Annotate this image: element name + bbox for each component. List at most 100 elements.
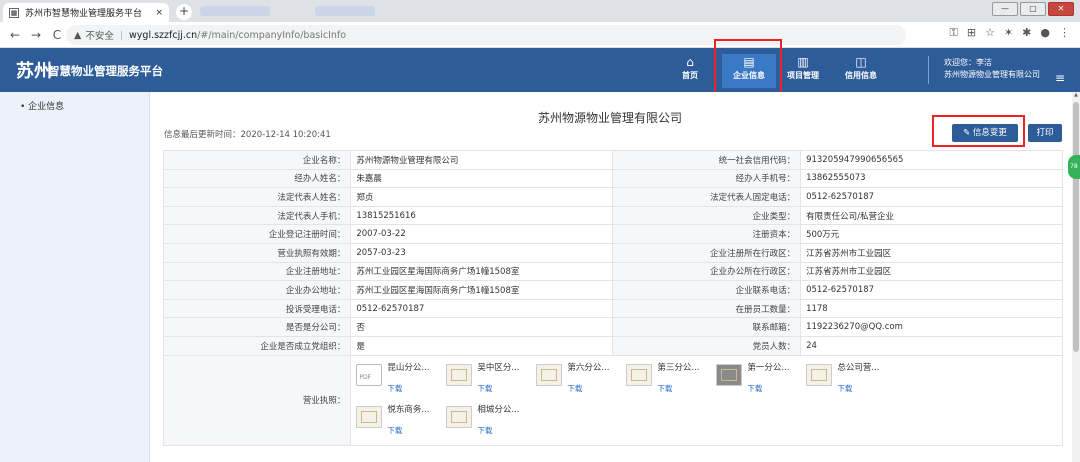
annotation-highlight-nav: [714, 39, 782, 94]
license-file-name: 相城分公...: [477, 404, 520, 415]
certificate-thumbnail-icon[interactable]: [356, 405, 383, 428]
field-value: 苏州工业园区星海国际商务广场1幢1508室: [350, 280, 614, 300]
license-file: 第一分公... 下载: [716, 361, 806, 401]
info-row: 法定代表人手机： 13815251616 企业类型： 有限责任公司/私营企业: [162, 205, 1063, 226]
certificate-thumbnail-icon[interactable]: [806, 363, 833, 386]
floating-badge[interactable]: 78: [1068, 155, 1080, 179]
field-value: 是: [350, 335, 614, 356]
field-label: 营业执照有效期：: [162, 242, 352, 263]
browser-tab-active[interactable]: ▦ 苏州市智慧物业管理服务平台 ×: [3, 3, 169, 22]
field-value: 1178: [800, 298, 1063, 319]
certificate-thumbnail-icon[interactable]: [446, 363, 473, 386]
field-label: 法定代表人姓名：: [162, 187, 352, 207]
back-icon[interactable]: ←: [9, 28, 21, 42]
star-icon[interactable]: ☆: [985, 26, 995, 40]
certificate-thumbnail-icon[interactable]: [716, 363, 743, 386]
app-title: 智慧物业管理服务平台: [48, 64, 163, 78]
profile-icon[interactable]: ●: [1040, 26, 1050, 40]
field-value: 0512-62570187: [800, 280, 1063, 300]
scrollbar-thumb[interactable]: [1073, 102, 1079, 352]
field-value: 13815251616: [350, 205, 614, 226]
field-value: 郑贞: [350, 187, 614, 207]
info-row: 是否是分公司：否联系邮箱： 1192236270@QQ.com: [162, 317, 1063, 337]
nav-label: 首页: [682, 71, 698, 80]
license-file: PDF 昆山分公... 下载: [356, 361, 446, 401]
translate-icon[interactable]: ⊞: [967, 26, 976, 40]
info-row: 企业办公地址： 苏州工业园区星海国际商务广场1幢1508室 企业联系电话： 0512-…: [162, 280, 1063, 300]
url-host: wygl.szzfcjj.cn: [129, 29, 198, 41]
minimize-icon[interactable]: —: [992, 2, 1018, 16]
field-label: 法定代表人固定电话：: [612, 187, 802, 207]
field-label: 统一社会信用代码：: [612, 150, 802, 170]
license-file-name: 悦东商务...: [387, 404, 430, 415]
field-label: 联系邮箱：: [612, 317, 802, 337]
app-logo: 苏州: [16, 61, 52, 82]
field-value: 江苏省苏州市工业园区: [800, 242, 1063, 263]
field-label: 企业注册所在行政区：: [612, 242, 802, 263]
certificate-thumbnail-icon[interactable]: [536, 363, 563, 386]
download-link[interactable]: 下载: [477, 383, 535, 394]
blurred-tab[interactable]: [315, 6, 375, 16]
blurred-tab[interactable]: [200, 6, 270, 16]
download-link[interactable]: 下载: [387, 425, 445, 436]
nav-project-management[interactable]: ▥ 项目管理: [782, 54, 824, 88]
license-file: 吴中区分... 下载: [446, 361, 536, 401]
field-value: 24: [800, 335, 1063, 356]
url-path: /#/main/companyInfo/basicInfo: [197, 29, 347, 41]
chart-icon: ◫: [855, 55, 867, 69]
license-label: 营业执照：: [162, 354, 352, 446]
field-value: 1192236270@QQ.com: [800, 317, 1063, 337]
key-icon[interactable]: ⚿: [949, 26, 957, 40]
nav-credit-info[interactable]: ◫ 信用信息: [840, 54, 882, 88]
insecure-label: 不安全: [85, 31, 114, 42]
field-label: 是否是分公司：: [162, 317, 352, 337]
download-link[interactable]: 下载: [837, 383, 895, 394]
building-icon: ▥: [797, 55, 809, 69]
license-file: 总公司营... 下载: [806, 361, 896, 401]
field-label: 企业注册地址：: [162, 261, 352, 282]
field-value: 苏州工业园区星海国际商务广场1幢1508室: [350, 261, 614, 282]
license-cell: PDF 昆山分公... 下载 吴中区分... 下载 第六分公... 下载 第三分公... 下载第…: [350, 354, 1063, 446]
license-file-name: 第三分公...: [657, 362, 700, 373]
window-close-icon[interactable]: ✕: [1048, 2, 1074, 16]
welcome-block[interactable]: 欢迎您：李洁 苏州物源物业管理有限公司: [944, 57, 1040, 81]
license-file: 悦东商务... 下载: [356, 403, 446, 443]
license-file-name: 吴中区分...: [477, 362, 520, 373]
field-value: 13862555073: [800, 168, 1063, 189]
field-label: 投诉受理电话：: [162, 298, 352, 319]
download-link[interactable]: 下载: [747, 383, 805, 394]
certificate-thumbnail-icon[interactable]: [626, 363, 653, 386]
download-link[interactable]: 下载: [567, 383, 625, 394]
sidebar: • 企业信息: [0, 92, 150, 462]
pdf-file-icon[interactable]: PDF: [356, 363, 383, 386]
scrollbar[interactable]: ▲: [1072, 92, 1080, 462]
more-icon[interactable]: ⋮: [1059, 26, 1070, 40]
forward-icon[interactable]: →: [30, 28, 42, 42]
field-value: 2057-03-23: [350, 242, 614, 263]
app-header: 苏州 智慧物业管理服务平台 ⌂ 首页 ▤ 企业信息 ▥ 项目管理 ◫ 信用信息 …: [0, 48, 1080, 92]
field-label: 企业联系电话：: [612, 280, 802, 300]
browser-toolbar: ← → C ▲ 不安全 | wygl.szzfcjj.cn /#/main/co…: [0, 22, 1080, 48]
reload-icon[interactable]: C: [51, 28, 63, 42]
download-link[interactable]: 下载: [387, 383, 445, 394]
menu-icon[interactable]: ≡: [1055, 71, 1065, 85]
puzzle-icon[interactable]: ✱: [1022, 26, 1031, 40]
download-link[interactable]: 下载: [477, 425, 535, 436]
license-file-name: 第六分公...: [567, 362, 610, 373]
field-value: 2007-03-22: [350, 224, 614, 244]
maximize-icon[interactable]: ▢: [1020, 2, 1046, 16]
certificate-thumbnail-icon[interactable]: [446, 405, 473, 428]
download-link[interactable]: 下载: [657, 383, 715, 394]
info-row: 法定代表人姓名： 郑贞 法定代表人固定电话： 0512-62570187: [162, 187, 1063, 207]
browser-tab-strip: ▦ 苏州市智慧物业管理服务平台 × + — ▢ ✕: [0, 0, 1080, 22]
extension-icon[interactable]: ✶: [1004, 26, 1013, 40]
new-tab-button[interactable]: +: [176, 4, 192, 20]
window-controls: — ▢ ✕: [992, 2, 1074, 16]
print-button[interactable]: 打印: [1028, 124, 1062, 142]
nav-home[interactable]: ⌂ 首页: [676, 54, 704, 88]
warning-icon[interactable]: ▲: [74, 30, 81, 41]
sidebar-item-company-info[interactable]: • 企业信息: [20, 99, 64, 112]
scroll-up-icon[interactable]: ▲: [1072, 92, 1080, 98]
field-label: 企业名称：: [162, 150, 352, 170]
tab-close-icon[interactable]: ×: [155, 8, 163, 18]
